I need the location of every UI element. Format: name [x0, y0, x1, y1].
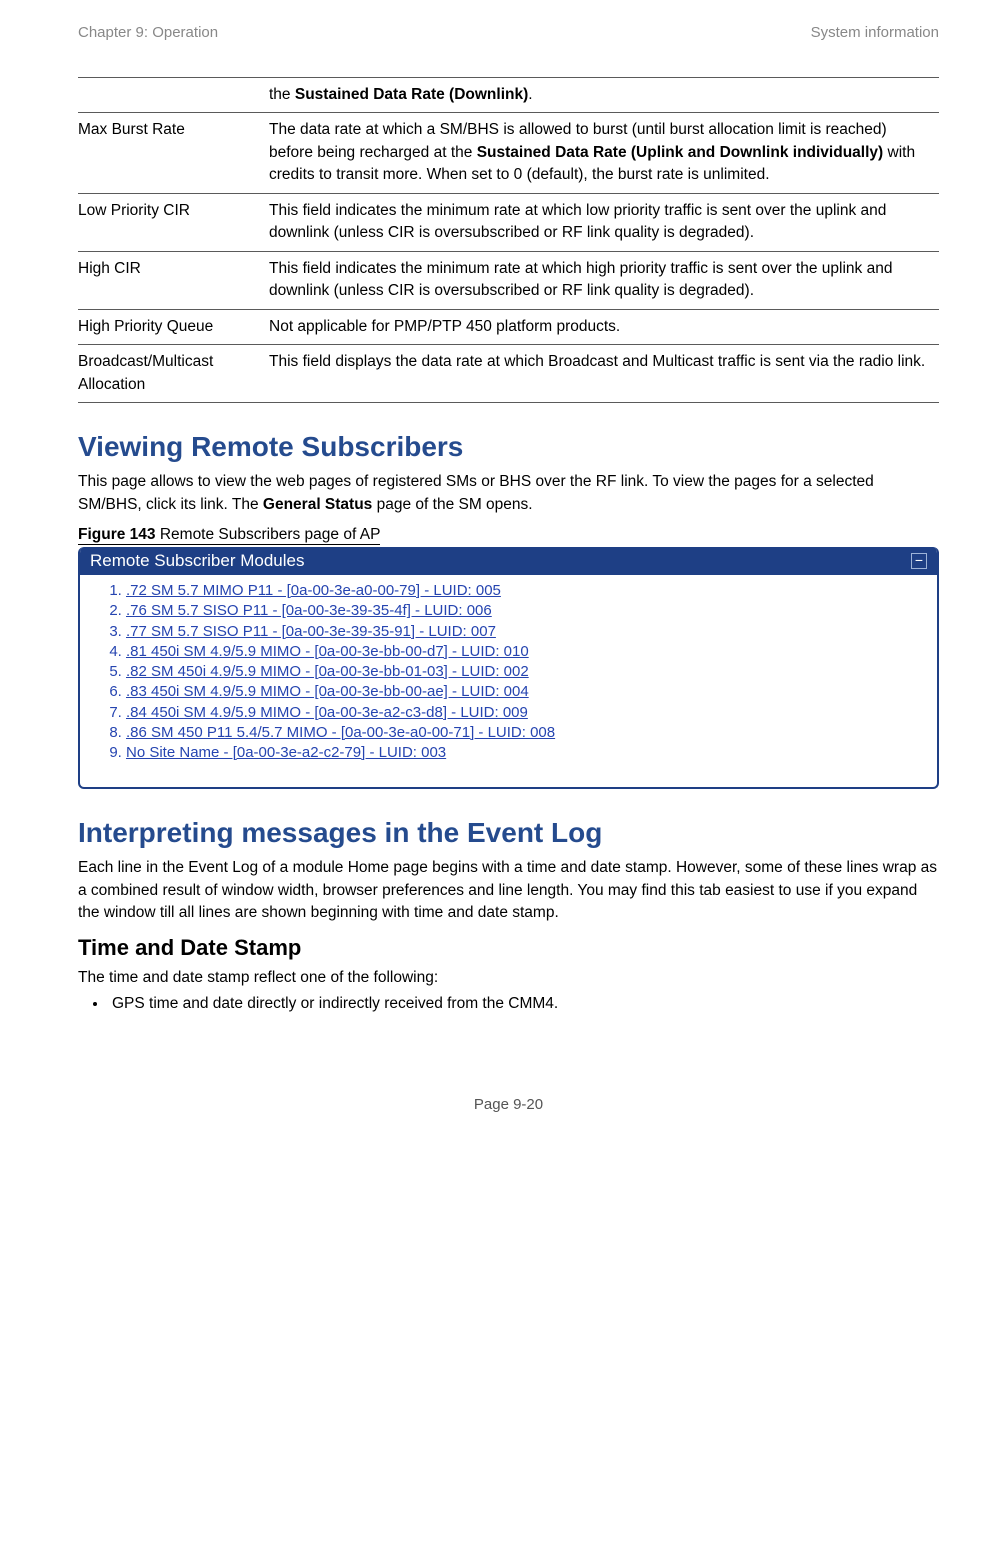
heading-viewing-remote-subscribers: Viewing Remote Subscribers: [78, 431, 939, 463]
table-row: High Priority Queue Not applicable for P…: [78, 309, 939, 344]
list-item: .86 SM 450 P11 5.4/5.7 MIMO - [0a-00-3e-…: [126, 723, 927, 743]
paragraph: Each line in the Event Log of a module H…: [78, 857, 939, 924]
desc-cell: the Sustained Data Rate (Downlink).: [269, 78, 939, 113]
table-row: High CIR This field indicates the minimu…: [78, 251, 939, 309]
list-item: .81 450i SM 4.9/5.9 MIMO - [0a-00-3e-bb-…: [126, 642, 927, 662]
header-left: Chapter 9: Operation: [78, 24, 218, 41]
panel-title: Remote Subscriber Modules: [90, 551, 304, 571]
panel-body: .72 SM 5.7 MIMO P11 - [0a-00-3e-a0-00-79…: [80, 575, 937, 787]
table-row: Broadcast/Multicast Allocation This fiel…: [78, 345, 939, 403]
subscriber-list: .72 SM 5.7 MIMO P11 - [0a-00-3e-a0-00-79…: [90, 581, 927, 763]
desc-cell: This field displays the data rate at whi…: [269, 345, 939, 403]
list-item: .76 SM 5.7 SISO P11 - [0a-00-3e-39-35-4f…: [126, 601, 927, 621]
term-cell: Low Priority CIR: [78, 193, 269, 251]
list-item: .77 SM 5.7 SISO P11 - [0a-00-3e-39-35-91…: [126, 622, 927, 642]
list-item: .84 450i SM 4.9/5.9 MIMO - [0a-00-3e-a2-…: [126, 703, 927, 723]
definitions-table: the Sustained Data Rate (Downlink). Max …: [78, 77, 939, 403]
subscriber-link[interactable]: .82 SM 450i 4.9/5.9 MIMO - [0a-00-3e-bb-…: [126, 663, 529, 680]
page-header: Chapter 9: Operation System information: [78, 24, 939, 41]
bullet-list: GPS time and date directly or indirectly…: [78, 993, 939, 1015]
page-footer: Page 9-20: [78, 1096, 939, 1113]
table-row: the Sustained Data Rate (Downlink).: [78, 78, 939, 113]
desc-cell: This field indicates the minimum rate at…: [269, 251, 939, 309]
heading-interpreting-messages: Interpreting messages in the Event Log: [78, 817, 939, 849]
list-item: GPS time and date directly or indirectly…: [108, 993, 939, 1015]
heading-time-date-stamp: Time and Date Stamp: [78, 935, 939, 961]
term-cell: High Priority Queue: [78, 309, 269, 344]
subscriber-link[interactable]: No Site Name - [0a-00-3e-a2-c2-79] - LUI…: [126, 744, 446, 761]
subscriber-link[interactable]: .84 450i SM 4.9/5.9 MIMO - [0a-00-3e-a2-…: [126, 704, 528, 721]
figure-label-wrapper: Figure 143 Remote Subscribers page of AP: [78, 526, 939, 545]
subscriber-link[interactable]: .81 450i SM 4.9/5.9 MIMO - [0a-00-3e-bb-…: [126, 643, 529, 660]
remote-subscribers-panel: Remote Subscriber Modules − .72 SM 5.7 M…: [78, 547, 939, 789]
desc-cell: This field indicates the minimum rate at…: [269, 193, 939, 251]
term-cell: Broadcast/Multicast Allocation: [78, 345, 269, 403]
paragraph: This page allows to view the web pages o…: [78, 471, 939, 516]
desc-cell: The data rate at which a SM/BHS is allow…: [269, 113, 939, 193]
term-cell: [78, 78, 269, 113]
subscriber-link[interactable]: .83 450i SM 4.9/5.9 MIMO - [0a-00-3e-bb-…: [126, 683, 529, 700]
panel-header: Remote Subscriber Modules −: [80, 547, 937, 575]
header-right: System information: [811, 24, 939, 41]
list-item: No Site Name - [0a-00-3e-a2-c2-79] - LUI…: [126, 743, 927, 763]
subscriber-link[interactable]: .72 SM 5.7 MIMO P11 - [0a-00-3e-a0-00-79…: [126, 582, 501, 599]
subscriber-link[interactable]: .77 SM 5.7 SISO P11 - [0a-00-3e-39-35-91…: [126, 623, 496, 640]
list-item: .83 450i SM 4.9/5.9 MIMO - [0a-00-3e-bb-…: [126, 682, 927, 702]
table-row: Low Priority CIR This field indicates th…: [78, 193, 939, 251]
table-row: Max Burst Rate The data rate at which a …: [78, 113, 939, 193]
subscriber-link[interactable]: .86 SM 450 P11 5.4/5.7 MIMO - [0a-00-3e-…: [126, 724, 555, 741]
list-item: .82 SM 450i 4.9/5.9 MIMO - [0a-00-3e-bb-…: [126, 662, 927, 682]
subscriber-link[interactable]: .76 SM 5.7 SISO P11 - [0a-00-3e-39-35-4f…: [126, 602, 492, 619]
figure-label: Figure 143 Remote Subscribers page of AP: [78, 526, 380, 545]
term-cell: Max Burst Rate: [78, 113, 269, 193]
list-item: .72 SM 5.7 MIMO P11 - [0a-00-3e-a0-00-79…: [126, 581, 927, 601]
term-cell: High CIR: [78, 251, 269, 309]
paragraph: The time and date stamp reflect one of t…: [78, 967, 939, 989]
desc-cell: Not applicable for PMP/PTP 450 platform …: [269, 309, 939, 344]
collapse-icon[interactable]: −: [911, 553, 927, 569]
